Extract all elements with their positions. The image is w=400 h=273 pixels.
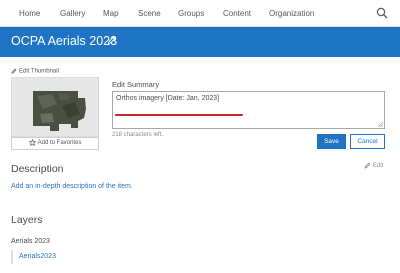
add-to-favorites-button[interactable]: Add to Favorites	[11, 137, 99, 150]
search-icon[interactable]	[376, 7, 388, 19]
summary-textarea[interactable]: Orthos imagery [Date: Jan, 2023]	[112, 91, 385, 129]
nav-scene[interactable]: Scene	[138, 9, 161, 18]
page-title: OCPA Aerials 2023	[11, 34, 118, 48]
layer-list-item: Aerials2023	[11, 250, 200, 264]
pencil-icon[interactable]	[107, 35, 117, 45]
pencil-icon	[364, 162, 371, 169]
edit-thumbnail-label: Edit Thumbnail	[19, 68, 59, 75]
summary-text: Orthos imagery [Date: Jan, 2023]	[116, 95, 220, 102]
nav-gallery[interactable]: Gallery	[60, 9, 85, 18]
add-to-favorites-label: Add to Favorites	[37, 140, 82, 146]
title-banner: OCPA Aerials 2023	[0, 27, 400, 57]
top-navigation: Home Gallery Map Scene Groups Content Or…	[0, 0, 400, 27]
nav-groups[interactable]: Groups	[178, 9, 204, 18]
add-description-link[interactable]: Add an in-depth description of the item.	[11, 183, 133, 190]
aerial-map-thumbnail	[12, 78, 98, 136]
layers-heading: Layers	[11, 214, 43, 226]
nav-map[interactable]: Map	[103, 9, 119, 18]
nav-content[interactable]: Content	[223, 9, 251, 18]
nav-home[interactable]: Home	[19, 9, 40, 18]
description-heading: Description	[11, 163, 64, 175]
resize-handle-icon[interactable]	[377, 121, 383, 127]
layer-link[interactable]: Aerials2023	[19, 253, 56, 260]
characters-left: 218 characters left.	[112, 132, 164, 138]
cancel-button[interactable]: Cancel	[350, 134, 385, 149]
layers-group-label: Aerials 2023	[11, 238, 50, 245]
pencil-icon	[11, 68, 17, 74]
thumbnail-image	[11, 77, 99, 137]
edit-thumbnail-link[interactable]: Edit Thumbnail	[11, 68, 59, 75]
nav-organization[interactable]: Organization	[269, 9, 314, 18]
edit-summary-label: Edit Summary	[112, 80, 160, 89]
star-icon	[28, 138, 37, 147]
save-button[interactable]: Save	[317, 134, 346, 149]
description-edit-link[interactable]: Edit	[364, 162, 383, 169]
description-edit-label: Edit	[373, 163, 384, 170]
highlight-underline	[115, 114, 243, 116]
